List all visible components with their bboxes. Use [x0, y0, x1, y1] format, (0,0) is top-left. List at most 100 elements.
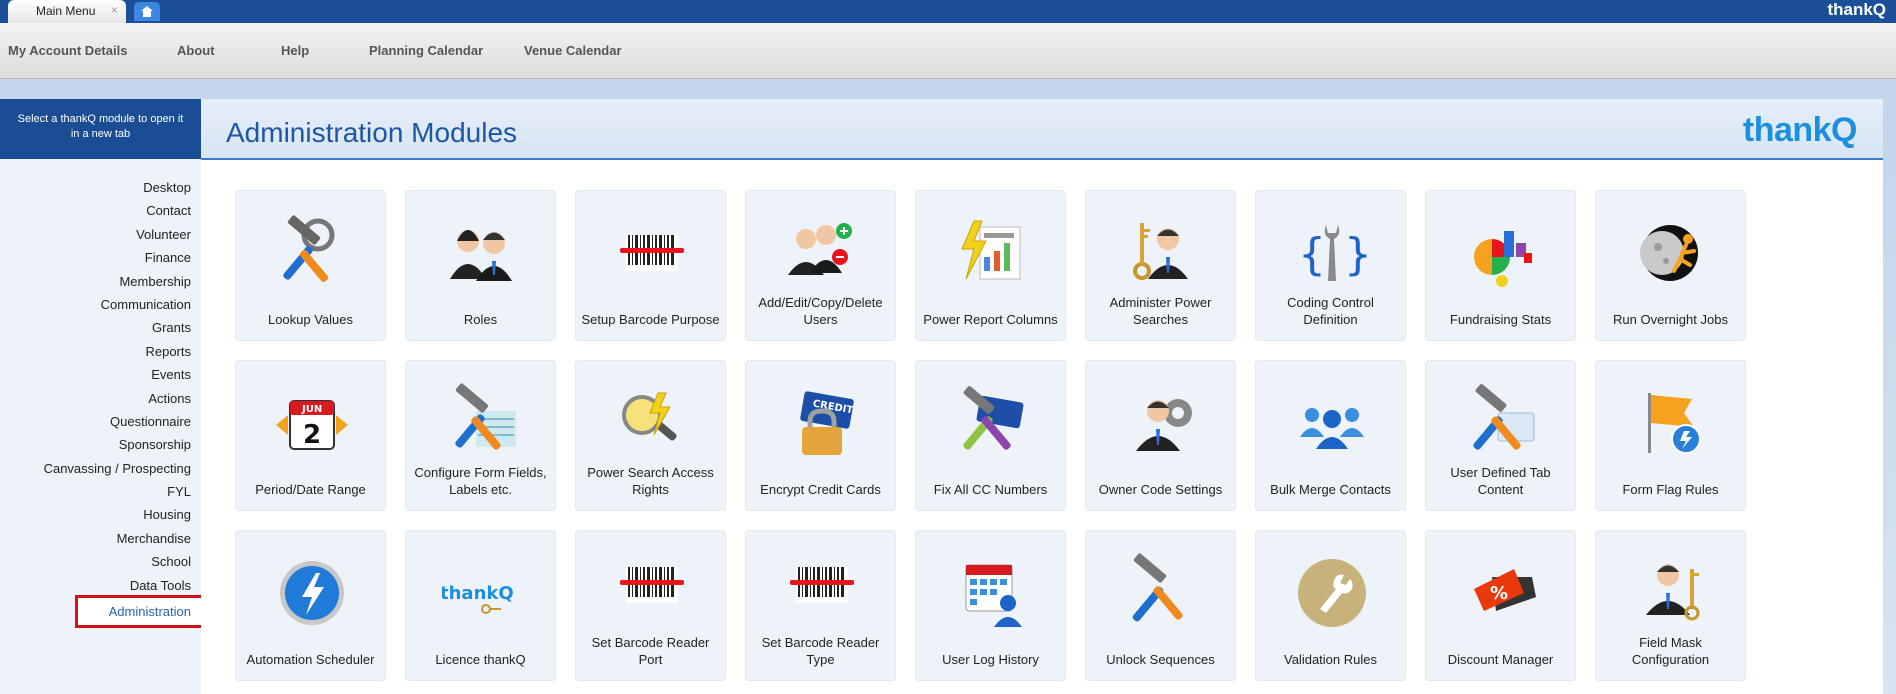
sidebar-item-desktop[interactable]: Desktop — [0, 176, 201, 199]
tile-label: Add/Edit/Copy/Delete Users — [758, 295, 883, 327]
tile-automation-scheduler[interactable]: Automation Scheduler — [235, 530, 386, 681]
search-lightning-icon — [622, 392, 677, 441]
tab-main-menu[interactable]: Main Menu × — [8, 0, 126, 23]
tile-label: Roles — [463, 312, 498, 327]
tile-roles[interactable]: Roles — [405, 190, 556, 341]
menu-about[interactable]: About — [177, 43, 215, 58]
tile-encrypt-credit-cards[interactable]: CREDIT Encrypt Credit Cards — [745, 360, 896, 511]
licence-logo-text: thankQ — [442, 583, 514, 604]
tile-lookup-values[interactable]: Lookup Values — [235, 190, 386, 341]
sidebar-item-questionnaire[interactable]: Questionnaire — [0, 410, 201, 433]
tile-setup-barcode-purpose[interactable]: Setup Barcode Purpose — [575, 190, 726, 341]
tools-form-icon — [455, 383, 516, 450]
tools-icon — [1132, 553, 1183, 622]
tile-validation-rules[interactable]: Validation Rules — [1255, 530, 1406, 681]
tile-label: Field Mask Configuration — [1631, 635, 1710, 667]
tile-fix-all-cc-numbers[interactable]: Fix All CC Numbers — [915, 360, 1066, 511]
wrench-circle-icon — [1298, 559, 1366, 627]
svg-text:JUN: JUN — [301, 404, 322, 415]
barcode-icon — [620, 567, 684, 603]
tile-administer-power-searches[interactable]: Administer Power Searches — [1085, 190, 1236, 341]
sidebar-item-school[interactable]: School — [0, 550, 201, 573]
sidebar-item-finance[interactable]: Finance — [0, 246, 201, 269]
sidebar-item-contact[interactable]: Contact — [0, 199, 201, 222]
menu-venue-calendar[interactable]: Venue Calendar — [524, 43, 622, 58]
calendar-icon: JUN 2 — [276, 400, 348, 450]
tile-discount-manager[interactable]: % Discount Manager — [1425, 530, 1576, 681]
wrench-braces-icon: {} — [1298, 225, 1372, 281]
tile-user-log-history[interactable]: User Log History — [915, 530, 1066, 681]
tile-add-edit-users[interactable]: Add/Edit/Copy/Delete Users — [745, 190, 896, 341]
sidebar-list: Desktop Contact Volunteer Finance Member… — [0, 176, 201, 597]
sidebar-item-fyl[interactable]: FYL — [0, 480, 201, 503]
tile-set-barcode-reader-port[interactable]: Set Barcode Reader Port — [575, 530, 726, 681]
tile-run-overnight-jobs[interactable]: Run Overnight Jobs — [1595, 190, 1746, 341]
tile-period-date-range[interactable]: JUN 2 Period/Date Range — [235, 360, 386, 511]
tile-owner-code-settings[interactable]: Owner Code Settings — [1085, 360, 1236, 511]
tools-tab-icon — [1473, 384, 1535, 450]
tile-configure-form-fields[interactable]: Configure Form Fields, Labels etc. — [405, 360, 556, 511]
main-header: Administration Modules thankQ — [201, 99, 1883, 160]
sidebar-item-administration[interactable]: Administration — [75, 595, 211, 628]
tile-label: Fix All CC Numbers — [933, 482, 1048, 497]
tile-power-report-columns[interactable]: Power Report Columns — [915, 190, 1066, 341]
tile-coding-control-definition[interactable]: {} Coding Control Definition — [1255, 190, 1406, 341]
tile-label: Bulk Merge Contacts — [1270, 482, 1391, 497]
sidebar-item-communication[interactable]: Communication — [0, 293, 201, 316]
sidebar-item-housing[interactable]: Housing — [0, 503, 201, 526]
tile-licence-thankq[interactable]: thankQ Licence thankQ — [405, 530, 556, 681]
discount-tag-icon: % — [1474, 569, 1536, 611]
tile-label: Unlock Sequences — [1106, 652, 1215, 667]
moon-runner-icon — [1640, 225, 1698, 281]
menu-my-account[interactable]: My Account Details — [8, 43, 127, 58]
tile-fundraising-stats[interactable]: Fundraising Stats — [1425, 190, 1576, 341]
tile-label: Automation Scheduler — [246, 652, 375, 667]
tile-label: Power Report Columns — [923, 312, 1058, 327]
svg-text:%: % — [1490, 583, 1508, 604]
tile-form-flag-rules[interactable]: Form Flag Rules — [1595, 360, 1746, 511]
tile-label: Encrypt Credit Cards — [760, 482, 881, 497]
sidebar-item-actions[interactable]: Actions — [0, 387, 201, 410]
tile-label: Set Barcode Reader Type — [761, 635, 880, 667]
brand-logo: thankQ — [1742, 111, 1858, 149]
sidebar-item-grants[interactable]: Grants — [0, 316, 201, 339]
tile-label: Validation Rules — [1284, 652, 1377, 667]
tile-bulk-merge-contacts[interactable]: Bulk Merge Contacts — [1255, 360, 1406, 511]
tile-power-search-access-rights[interactable]: Power Search Access Rights — [575, 360, 726, 511]
group-merge-icon — [1300, 408, 1364, 449]
tab-bar: Main Menu × thankQ — [0, 0, 1896, 23]
tile-label: Power Search Access Rights — [587, 465, 714, 497]
tile-unlock-sequences[interactable]: Unlock Sequences — [1085, 530, 1236, 681]
home-tab[interactable] — [134, 2, 160, 21]
sidebar-item-data-tools[interactable]: Data Tools — [0, 574, 201, 597]
power-report-icon — [961, 220, 1021, 280]
credit-lock-icon: CREDIT — [800, 391, 854, 455]
sidebar-item-merchandise[interactable]: Merchandise — [0, 527, 201, 550]
sidebar-item-reports[interactable]: Reports — [0, 340, 201, 363]
automation-icon — [280, 561, 344, 625]
menu-planning-calendar[interactable]: Planning Calendar — [369, 43, 483, 58]
close-icon[interactable]: × — [111, 3, 118, 17]
menu-bar: My Account Details About Help Planning C… — [0, 23, 1896, 79]
sidebar-header: Select a thankQ module to open it in a n… — [0, 99, 201, 159]
brand-logo-top: thankQ — [1827, 0, 1886, 19]
menu-help[interactable]: Help — [281, 43, 309, 58]
tile-field-mask-configuration[interactable]: Field Mask Configuration — [1595, 530, 1746, 681]
barcode-icon — [620, 235, 684, 271]
tile-label: Period/Date Range — [255, 482, 366, 497]
sidebar-item-volunteer[interactable]: Volunteer — [0, 223, 201, 246]
tile-label: Lookup Values — [267, 312, 354, 327]
sidebar-item-canvassing[interactable]: Canvassing / Prospecting — [0, 457, 201, 480]
key-user-icon — [1646, 564, 1700, 621]
tile-label: Run Overnight Jobs — [1613, 312, 1728, 327]
tile-label: Setup Barcode Purpose — [581, 312, 720, 327]
tools-magnifier-icon — [283, 215, 335, 282]
sidebar-item-sponsorship[interactable]: Sponsorship — [0, 433, 201, 456]
tile-set-barcode-reader-type[interactable]: Set Barcode Reader Type — [745, 530, 896, 681]
tile-user-defined-tab-content[interactable]: User Defined Tab Content — [1425, 360, 1576, 511]
sidebar-item-events[interactable]: Events — [0, 363, 201, 386]
page-title: Administration Modules — [226, 117, 518, 148]
home-icon — [141, 6, 153, 17]
licence-icon: thankQ — [442, 583, 514, 614]
sidebar-item-membership[interactable]: Membership — [0, 270, 201, 293]
